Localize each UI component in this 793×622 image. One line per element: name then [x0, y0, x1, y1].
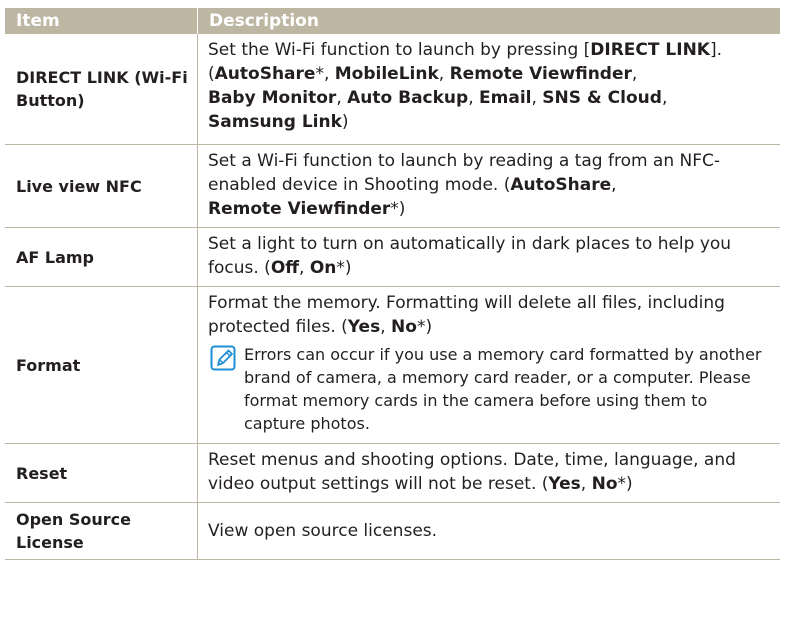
description-cell: Reset menus and shooting options. Date, …: [208, 450, 736, 494]
item-label: Live view NFC: [5, 145, 198, 227]
description-cell: Set a light to turn on automatically in …: [208, 234, 732, 278]
item-label: Format: [5, 287, 198, 443]
item-label: AF Lamp: [5, 228, 198, 286]
table-header: Item Description: [5, 8, 780, 34]
description-cell: Set the Wi-Fi function to launch by pres…: [208, 40, 723, 132]
header-description: Description: [209, 11, 319, 31]
header-item: Item: [5, 8, 198, 34]
description-cell: View open source licenses.: [208, 521, 438, 541]
note: Errors can occur if you use a memory car…: [208, 343, 772, 435]
item-label: Open Source License: [5, 503, 198, 559]
table-row: Format Format the memory. Formatting wil…: [5, 287, 780, 444]
description-cell: Set a Wi-Fi function to launch by readin…: [208, 151, 721, 219]
settings-table: Item Description DIRECT LINK (Wi-Fi Butt…: [5, 8, 780, 560]
item-label: DIRECT LINK (Wi-Fi Button): [5, 34, 198, 144]
table-row: AF Lamp Set a light to turn on automatic…: [5, 228, 780, 287]
table-row: Reset Reset menus and shooting options. …: [5, 444, 780, 503]
table-row: Open Source License View open source lic…: [5, 503, 780, 560]
note-text: Errors can occur if you use a memory car…: [244, 345, 762, 433]
item-label: Reset: [5, 444, 198, 502]
description-cell: Format the memory. Formatting will delet…: [198, 287, 780, 443]
table-row: DIRECT LINK (Wi-Fi Button) Set the Wi-Fi…: [5, 34, 780, 145]
note-pencil-icon: [210, 345, 236, 371]
table-row: Live view NFC Set a Wi-Fi function to la…: [5, 145, 780, 228]
